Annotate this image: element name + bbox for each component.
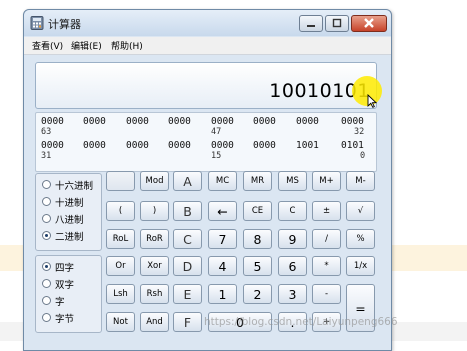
result-display: 10010101: [35, 62, 377, 109]
percent-key[interactable]: %: [346, 229, 375, 249]
window-title: 计算器: [48, 18, 81, 31]
bit-group: 0000: [168, 116, 191, 127]
lsh-key[interactable]: Lsh: [106, 284, 135, 304]
close-paren-key[interactable]: ): [140, 201, 169, 221]
title-bar[interactable]: 计算器: [24, 10, 391, 36]
ror-key[interactable]: RoR: [140, 229, 169, 249]
digit-6-key[interactable]: 6: [278, 256, 307, 276]
subtract-key[interactable]: -: [312, 284, 341, 304]
bit-position: 31: [41, 151, 52, 161]
close-icon: [364, 18, 374, 28]
word-size-group: 四字 双字 字 字节: [35, 255, 102, 333]
menu-view[interactable]: 查看(V): [32, 39, 63, 52]
bit-group: 0000: [253, 116, 276, 127]
bit-group: 0000: [41, 116, 64, 127]
bit-group: 0000: [253, 140, 276, 151]
maximize-button[interactable]: [325, 15, 349, 32]
backspace-key[interactable]: ←: [208, 201, 237, 221]
mod-key[interactable]: Mod: [140, 171, 169, 191]
maximize-icon: [332, 18, 342, 28]
rsh-key[interactable]: Rsh: [140, 284, 169, 304]
m-minus-key[interactable]: M-: [346, 171, 375, 191]
sqrt-key[interactable]: √: [346, 201, 375, 221]
radio-dot-selected: [42, 262, 51, 271]
radio-dot: [42, 197, 51, 206]
bit-group: 0000: [126, 116, 149, 127]
bit-group: 0000: [83, 116, 106, 127]
mouse-pointer-icon: [367, 94, 377, 108]
digit-7-key[interactable]: 7: [208, 229, 237, 249]
radio-dot: [42, 296, 51, 305]
bit-position: 15: [211, 151, 222, 161]
calculator-app-icon: [30, 16, 44, 30]
not-key[interactable]: Not: [106, 312, 135, 332]
bit-position: 32: [354, 127, 365, 137]
bit-group: 0000: [41, 140, 64, 151]
radio-dot: [42, 279, 51, 288]
reciprocal-key[interactable]: 1/x: [346, 256, 375, 276]
hex-b-key[interactable]: B: [173, 201, 202, 221]
multiply-key[interactable]: *: [312, 256, 341, 276]
bit-group: 0000: [126, 140, 149, 151]
minimize-icon: [307, 25, 315, 27]
watermark-text: https://blog.csdn.net/Laiyunpeng666: [204, 316, 398, 328]
bit-group: 0000: [211, 140, 234, 151]
radio-dot-selected: [42, 231, 51, 240]
radio-dot: [42, 214, 51, 223]
digit-9-key[interactable]: 9: [278, 229, 307, 249]
rol-key[interactable]: RoL: [106, 229, 135, 249]
digit-5-key[interactable]: 5: [243, 256, 272, 276]
hex-e-key[interactable]: E: [173, 284, 202, 304]
hex-d-key[interactable]: D: [173, 256, 202, 276]
m-plus-key[interactable]: M+: [312, 171, 341, 191]
digit-2-key[interactable]: 2: [243, 284, 272, 304]
hex-a-key[interactable]: A: [173, 171, 202, 191]
bit-group: 0000: [168, 140, 191, 151]
digit-1-key[interactable]: 1: [208, 284, 237, 304]
menu-help[interactable]: 帮助(H): [111, 39, 143, 52]
divide-key[interactable]: /: [312, 229, 341, 249]
bit-group: 0101: [341, 140, 364, 151]
number-base-group: 十六进制 十进制 八进制 二进制: [35, 173, 102, 251]
mc-key[interactable]: MC: [208, 171, 237, 191]
menu-edit[interactable]: 编辑(E): [71, 39, 102, 52]
bit-position: 0: [360, 151, 366, 161]
hex-f-key[interactable]: F: [173, 312, 202, 332]
blank-key[interactable]: [106, 171, 135, 191]
digit-4-key[interactable]: 4: [208, 256, 237, 276]
hex-c-key[interactable]: C: [173, 229, 202, 249]
open-paren-key[interactable]: (: [106, 201, 135, 221]
calculator-window: 计算器 查看(V) 编辑(E) 帮助(H) 10010101 0000 0000…: [23, 9, 392, 351]
close-button[interactable]: [351, 15, 387, 32]
bit-group: 0000: [83, 140, 106, 151]
ms-key[interactable]: MS: [278, 171, 307, 191]
bit-group: 0000: [296, 116, 319, 127]
minimize-button[interactable]: [299, 15, 323, 32]
mr-key[interactable]: MR: [243, 171, 272, 191]
digit-3-key[interactable]: 3: [278, 284, 307, 304]
and-key[interactable]: And: [140, 312, 169, 332]
or-key[interactable]: Or: [106, 256, 135, 276]
bit-group: 1001: [296, 140, 319, 151]
bit-position: 47: [211, 127, 222, 137]
digit-8-key[interactable]: 8: [243, 229, 272, 249]
xor-key[interactable]: Xor: [140, 256, 169, 276]
clear-key[interactable]: C: [278, 201, 307, 221]
binary-bit-panel: 0000 0000 0000 0000 0000 0000 0000 0000 …: [35, 112, 377, 172]
radio-dot: [42, 313, 51, 322]
bit-position: 63: [41, 127, 52, 137]
ce-key[interactable]: CE: [243, 201, 272, 221]
menu-bar: 查看(V) 编辑(E) 帮助(H): [24, 37, 391, 55]
bit-group: 0000: [341, 116, 364, 127]
negate-key[interactable]: ±: [312, 201, 341, 221]
bit-group: 0000: [211, 116, 234, 127]
radio-dot: [42, 180, 51, 189]
